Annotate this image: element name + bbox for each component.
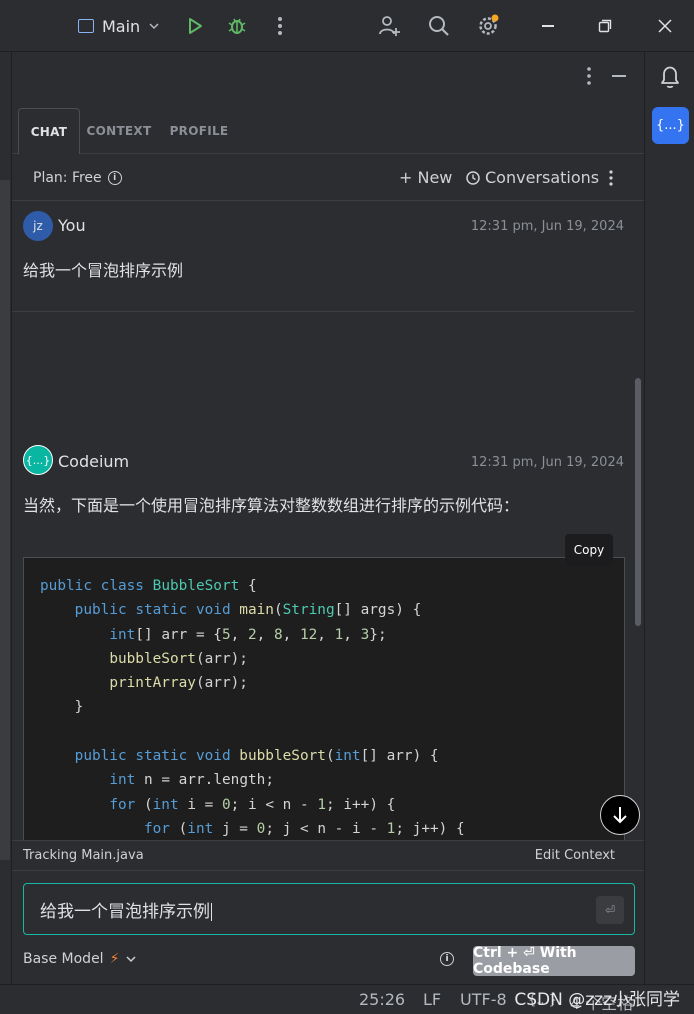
add-user-icon[interactable]	[375, 12, 403, 40]
tab-profile[interactable]: PROFILE	[164, 108, 234, 154]
chat-input-value: 给我一个冒泡排序示例	[40, 902, 210, 922]
debug-icon[interactable]	[223, 12, 251, 40]
close-icon[interactable]	[651, 12, 679, 40]
more-vertical-icon[interactable]	[266, 12, 294, 40]
more-options-icon[interactable]	[608, 169, 614, 191]
code-line: for (int j = 0; j < n - i - 1; j++) {	[143, 820, 465, 837]
left-gutter	[0, 52, 12, 984]
code-line: int n = arr.length;	[109, 772, 274, 789]
new-conversation-button[interactable]: + New	[399, 168, 452, 187]
run-icon[interactable]	[181, 12, 209, 40]
restore-icon[interactable]	[591, 12, 619, 40]
title-bar: Main	[0, 0, 694, 52]
info-icon[interactable]: i	[440, 952, 454, 966]
chevron-down-icon	[149, 23, 159, 30]
tool-window-header	[12, 52, 644, 100]
tab-context[interactable]: CONTEXT	[84, 108, 154, 154]
search-icon[interactable]	[425, 12, 453, 40]
codeium-chat-panel: CHAT CONTEXT PROFILE Plan: Free i + New …	[12, 100, 644, 870]
tab-chat[interactable]: CHAT	[18, 108, 80, 154]
watermark: CSDN @zzz小张同学	[514, 990, 680, 1010]
settings-icon[interactable]	[474, 12, 502, 40]
message-author: Codeium	[58, 452, 130, 471]
run-config-icon	[78, 19, 94, 33]
info-icon[interactable]: i	[107, 170, 122, 185]
code-line: public static void bubbleSort(int[] arr)…	[74, 748, 439, 765]
run-configuration-selector[interactable]: Main	[78, 14, 160, 38]
code-line: public class BubbleSort {	[40, 578, 257, 594]
status-bar: 25:26 LF UTF-8 {...} 4 个空格 CSDN @zzz小张同学	[0, 984, 694, 1014]
code-line: public static void main(String[] args) {	[74, 602, 422, 619]
plan-info: Plan: Free i	[33, 170, 122, 186]
minimize-icon[interactable]	[534, 12, 562, 40]
send-button[interactable]: ⏎	[596, 896, 624, 924]
text-cursor	[211, 903, 212, 921]
user-message: jz You 12:31 pm, Jun 19, 2024 给我一个冒泡排序示例	[12, 202, 634, 312]
scroll-to-bottom-button[interactable]	[600, 795, 640, 835]
history-icon	[466, 170, 480, 185]
chat-input-area: 给我一个冒泡排序示例 ⏎ Base Model ⚡ i Ctrl + ⏎ Wit…	[12, 870, 644, 984]
copy-button[interactable]: Copy	[565, 534, 613, 566]
model-label: Base Model	[23, 951, 104, 967]
conversations-button[interactable]: Conversations	[465, 168, 599, 187]
arrow-down-icon	[613, 807, 627, 824]
tracking-bar: Tracking Main.java Edit Context	[12, 840, 644, 870]
with-codebase-button[interactable]: Ctrl + ⏎ With Codebase	[473, 945, 635, 977]
conversations-label: Conversations	[485, 168, 600, 187]
code-line: bubbleSort(arr);	[109, 650, 248, 667]
editor-edge	[0, 180, 10, 860]
avatar: jz	[23, 211, 53, 241]
tracking-label: Tracking Main.java	[23, 848, 144, 863]
chat-input[interactable]: 给我一个冒泡排序示例 ⏎	[23, 883, 635, 935]
message-text: 当然，下面是一个使用冒泡排序算法对整数数组进行排序的示例代码：	[23, 496, 520, 515]
file-encoding[interactable]: UTF-8	[460, 990, 507, 1009]
line-ending[interactable]: LF	[423, 990, 441, 1009]
message-timestamp: 12:31 pm, Jun 19, 2024	[470, 219, 624, 234]
right-toolbar: {...}	[644, 52, 694, 984]
message-timestamp: 12:31 pm, Jun 19, 2024	[470, 455, 624, 470]
message-list[interactable]: jz You 12:31 pm, Jun 19, 2024 给我一个冒泡排序示例…	[12, 202, 634, 840]
code-line: for (int i = 0; i < n - 1; i++) {	[109, 796, 396, 813]
chat-tabs: CHAT CONTEXT PROFILE	[12, 100, 644, 154]
plan-bar: Plan: Free i + New Conversations	[12, 155, 644, 201]
caret-position[interactable]: 25:26	[359, 990, 405, 1009]
message-text: 给我一个冒泡排序示例	[23, 261, 184, 280]
codeium-tool-button[interactable]: {...}	[652, 107, 689, 144]
code-line: int[] arr = {5, 2, 8, 12, 1, 3};	[109, 626, 387, 643]
lightning-icon: ⚡	[109, 951, 120, 967]
code-line: }	[40, 699, 84, 716]
run-config-label: Main	[102, 16, 141, 36]
edit-context-button[interactable]: Edit Context	[535, 848, 615, 863]
scrollbar[interactable]	[635, 378, 641, 626]
bell-icon[interactable]	[658, 64, 682, 94]
message-author: You	[58, 216, 86, 235]
plan-label: Plan: Free	[33, 169, 102, 186]
tool-window-options-icon[interactable]	[586, 66, 592, 90]
hide-tool-window-icon[interactable]	[612, 75, 626, 77]
chevron-down-icon	[126, 956, 136, 963]
model-selector[interactable]: Base Model ⚡	[23, 951, 137, 967]
codeium-avatar: {...}	[23, 445, 53, 475]
code-block[interactable]: public class BubbleSort { public static …	[23, 557, 625, 840]
code-line: printArray(arr);	[109, 675, 248, 692]
